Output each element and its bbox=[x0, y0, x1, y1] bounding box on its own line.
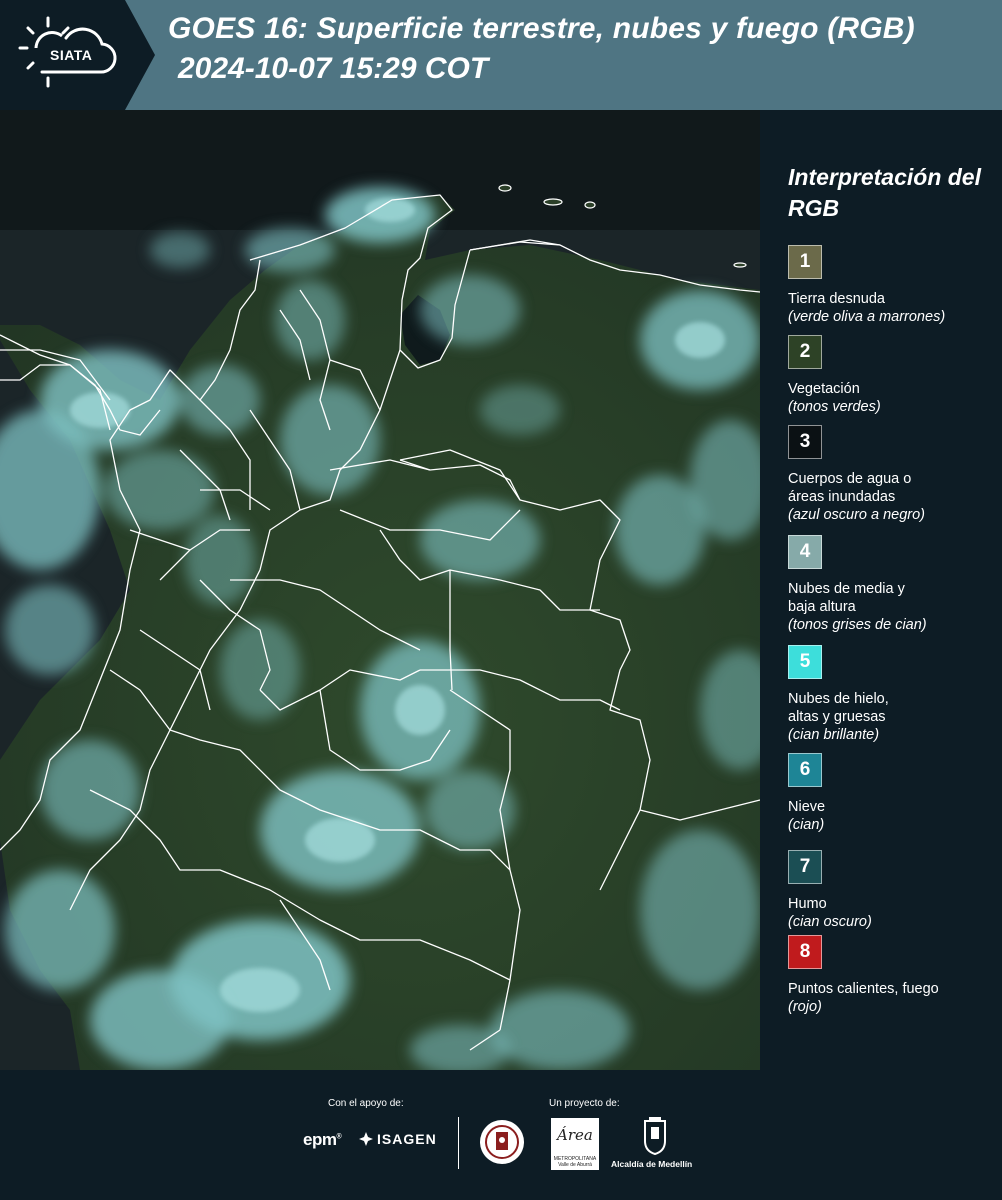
legend-label: Cuerpos de agua o áreas inundadas bbox=[788, 471, 912, 505]
legend-label: Tierra desnuda bbox=[788, 291, 885, 307]
legend-item-5: 5 Nubes de hielo, altas y gruesas (cian br… bbox=[788, 645, 998, 744]
legend-description: (tonos verdes) bbox=[788, 399, 881, 415]
legend-description: (rojo) bbox=[788, 999, 822, 1015]
legend-description: (cian) bbox=[788, 817, 825, 833]
legend-swatch: 6 bbox=[788, 753, 822, 787]
metro-logo-name: Área bbox=[557, 1126, 593, 1144]
isagen-logo-text: ISAGEN bbox=[377, 1131, 437, 1147]
legend-description: (verde oliva a marrones) bbox=[788, 309, 946, 325]
medellin-shield-icon[interactable] bbox=[643, 1117, 667, 1155]
legend-item-6: 6 Nieve (cian) bbox=[788, 753, 998, 834]
legend-swatch: 8 bbox=[788, 935, 822, 969]
isagen-leaf-icon bbox=[359, 1132, 373, 1146]
legend-description: (azul oscuro a negro) bbox=[788, 507, 926, 523]
university-seal-icon[interactable] bbox=[478, 1118, 526, 1166]
legend-label: Nubes de media y baja altura bbox=[788, 581, 905, 615]
metropolitana-logo-icon[interactable]: Área METROPOLITANA Valle de Aburrá bbox=[551, 1118, 599, 1170]
epm-logo[interactable]: epm® bbox=[303, 1130, 342, 1150]
footer-divider bbox=[458, 1117, 459, 1169]
legend-swatch: 2 bbox=[788, 335, 822, 369]
brand-text: SIATA bbox=[50, 47, 93, 63]
image-datetime: 2024-10-07 15:29 COT bbox=[178, 52, 489, 85]
legend-swatch: 5 bbox=[788, 645, 822, 679]
legend-label: Vegetación bbox=[788, 381, 860, 397]
legend-item-4: 4 Nubes de media y baja altura (tonos gris… bbox=[788, 535, 998, 634]
legend-label: Nieve bbox=[788, 799, 826, 815]
legend-item-8: 8 Puntos calientes, fuego (rojo) bbox=[788, 935, 998, 1016]
legend-label: Puntos calientes, fuego bbox=[788, 981, 939, 997]
page-title: GOES 16: Superficie terrestre, nubes y f… bbox=[168, 12, 915, 45]
legend-panel: Interpretación del RGB 1 Tierra desnuda (v… bbox=[760, 110, 1002, 1070]
satellite-map[interactable] bbox=[0, 110, 760, 1070]
legend-swatch: 1 bbox=[788, 245, 822, 279]
header: SIATA GOES 16: Superficie terrestre, nub… bbox=[0, 0, 1002, 110]
legend-item-7: 7 Humo (cian oscuro) bbox=[788, 850, 998, 931]
legend-description: (cian brillante) bbox=[788, 727, 880, 743]
support-caption: Con el apoyo de: bbox=[328, 1098, 404, 1109]
legend-description: (cian oscuro) bbox=[788, 914, 872, 930]
legend-title: Interpretación del RGB bbox=[788, 164, 981, 221]
epm-logo-text: epm bbox=[303, 1130, 337, 1149]
legend-item-1: 1 Tierra desnuda (verde oliva a marrones) bbox=[788, 245, 998, 326]
legend-item-3: 3 Cuerpos de agua o áreas inundadas (azul … bbox=[788, 425, 998, 524]
legend-label: Nubes de hielo, altas y gruesas bbox=[788, 691, 889, 725]
legend-label: Humo bbox=[788, 896, 827, 912]
footer: Con el apoyo de: Un proyecto de: epm® IS… bbox=[0, 1070, 1002, 1200]
satellite-image bbox=[0, 110, 760, 1070]
project-caption: Un proyecto de: bbox=[549, 1098, 620, 1109]
legend-description: (tonos grises de cian) bbox=[788, 617, 927, 633]
metro-logo-subtitle: METROPOLITANA Valle de Aburrá bbox=[553, 1156, 597, 1168]
isagen-logo[interactable]: ISAGEN bbox=[358, 1131, 437, 1147]
legend-swatch: 3 bbox=[788, 425, 822, 459]
legend-swatch: 4 bbox=[788, 535, 822, 569]
siata-logo[interactable]: SIATA bbox=[0, 0, 155, 110]
legend-swatch: 7 bbox=[788, 850, 822, 884]
alcaldia-text: Alcaldía de Medellín bbox=[611, 1159, 693, 1169]
legend-item-2: 2 Vegetación (tonos verdes) bbox=[788, 335, 998, 416]
